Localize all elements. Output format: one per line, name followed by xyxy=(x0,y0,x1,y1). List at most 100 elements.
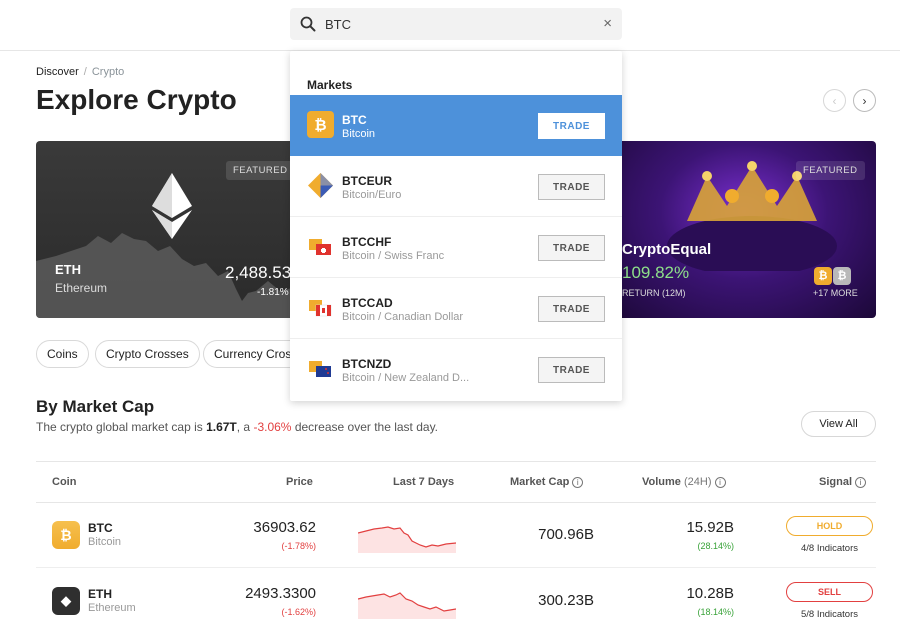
sparkline xyxy=(358,592,456,619)
featured-card-eth[interactable]: FEATURED ETH Ethereum 2,488.53 -1.81% xyxy=(36,141,296,318)
header-coin[interactable]: Coin xyxy=(52,476,76,488)
card-more-label: +17 MORE xyxy=(813,288,858,298)
result-symbol: BTCNZD xyxy=(342,357,392,371)
trade-button[interactable]: TRADE xyxy=(538,357,605,383)
result-symbol: BTCEUR xyxy=(342,174,392,188)
carousel-next-button[interactable]: › xyxy=(853,89,876,112)
subtitle-prefix: The crypto global market cap is xyxy=(36,420,207,434)
row-market-cap: 300.23B xyxy=(538,592,594,609)
featured-badge: FEATURED xyxy=(226,161,295,180)
chevron-left-icon: ‹ xyxy=(832,93,837,108)
row-indicators: 4/8 Indicators xyxy=(800,543,859,554)
header-volume[interactable]: Volume (24H) i xyxy=(642,476,726,488)
result-name: Bitcoin / Canadian Dollar xyxy=(342,311,464,323)
search-results-dropdown: Markets ₿ BTC Bitcoin TRADE BTCEUR Bitco… xyxy=(290,51,622,401)
view-all-button[interactable]: View All xyxy=(801,411,876,437)
row-price: 36903.62 xyxy=(253,519,316,536)
trade-button[interactable]: TRADE xyxy=(538,113,605,139)
header-signal: Signal i xyxy=(819,476,867,488)
search-icon xyxy=(300,16,316,32)
row-market-cap: 700.96B xyxy=(538,526,594,543)
btc-cad-icon xyxy=(309,300,332,317)
info-icon[interactable]: i xyxy=(572,476,584,488)
trade-button[interactable]: TRADE xyxy=(538,174,605,200)
signal-badge: HOLD xyxy=(786,516,873,536)
row-symbol[interactable]: ETH xyxy=(88,587,112,601)
row-volume-change: (18.14%) xyxy=(697,607,734,617)
result-name: Bitcoin / Swiss Franc xyxy=(342,250,445,262)
result-symbol: BTCCAD xyxy=(342,296,393,310)
card-return-label: RETURN (12M) xyxy=(622,288,686,298)
chip-crypto-crosses[interactable]: Crypto Crosses xyxy=(95,340,200,368)
card-price: 2,488.53 xyxy=(225,263,292,282)
result-item-btc[interactable]: ₿ BTC Bitcoin TRADE xyxy=(290,95,622,156)
btc-nzd-icon xyxy=(309,361,331,377)
result-symbol: BTCCHF xyxy=(342,235,392,249)
row-name: Bitcoin xyxy=(88,536,122,548)
ethereum-icon xyxy=(152,173,192,239)
dropdown-heading: Markets xyxy=(307,78,353,92)
card-change: -1.81% xyxy=(257,287,289,298)
row-price: 2493.3300 xyxy=(245,585,316,602)
carousel-prev-button[interactable]: ‹ xyxy=(823,89,846,112)
clear-icon[interactable]: × xyxy=(603,15,612,32)
header-price[interactable]: Price xyxy=(286,476,313,488)
card-coin-icons: ₿ ₿ xyxy=(814,267,852,285)
ethereum-icon: ◆ xyxy=(52,587,80,615)
header-market-cap[interactable]: Market Cap i xyxy=(510,476,584,488)
subtitle-suffix: decrease over the last day. xyxy=(291,420,439,434)
result-name: Bitcoin/Euro xyxy=(342,189,402,201)
card-coin-symbol: ETH xyxy=(55,262,81,277)
table-header: Coin Price Last 7 Days Market Cap i Volum… xyxy=(36,461,876,503)
table-row[interactable]: ◆ ETH Ethereum 2493.3300 (-1.62%) 300.23… xyxy=(36,569,876,626)
search-input[interactable] xyxy=(325,14,575,34)
card-portfolio-name: CryptoEqual xyxy=(622,241,712,258)
chevron-right-icon: › xyxy=(862,93,867,108)
header-volume-label: Volume xyxy=(642,476,681,488)
trade-button[interactable]: TRADE xyxy=(538,235,605,261)
row-volume-change: (28.14%) xyxy=(697,541,734,551)
top-bar: × xyxy=(0,0,900,51)
btc-chf-icon xyxy=(309,239,331,255)
info-icon[interactable]: i xyxy=(714,476,726,488)
row-name: Ethereum xyxy=(88,602,136,614)
header-last-7-days: Last 7 Days xyxy=(393,476,455,488)
result-item-btcchf[interactable]: BTCCHF Bitcoin / Swiss Franc TRADE xyxy=(290,217,622,278)
subtitle-mid: , a xyxy=(236,420,254,434)
trade-button[interactable]: TRADE xyxy=(538,296,605,322)
result-symbol: BTC xyxy=(342,113,367,127)
card-coin-name: Ethereum xyxy=(55,281,108,295)
row-price-change: (-1.78%) xyxy=(281,541,316,551)
breadcrumb-discover[interactable]: Discover xyxy=(36,66,79,78)
featured-badge: FEATURED xyxy=(796,161,865,180)
chip-currency-cross[interactable]: Currency Cross xyxy=(203,340,293,368)
result-name: Bitcoin / New Zealand D... xyxy=(342,372,470,384)
result-item-btcnzd[interactable]: BTCNZD Bitcoin / New Zealand D... TRADE xyxy=(290,339,622,400)
result-item-btceur[interactable]: BTCEUR Bitcoin/Euro TRADE xyxy=(290,156,622,217)
row-volume: 15.92B xyxy=(686,519,734,536)
row-volume: 10.28B xyxy=(686,585,734,602)
coin-icon: ₿ xyxy=(833,267,851,285)
bitcoin-icon: ₿ xyxy=(52,521,80,549)
search-box[interactable]: × xyxy=(290,8,622,40)
section-subtitle: The crypto global market cap is 1.67T, a… xyxy=(36,420,438,434)
info-icon[interactable]: i xyxy=(855,476,867,488)
market-cap-change: -3.06% xyxy=(253,420,292,434)
header-signal-label: Signal xyxy=(819,476,853,488)
page-title: Explore Crypto xyxy=(36,84,237,115)
bitcoin-icon: ₿ xyxy=(307,111,334,138)
breadcrumb-separator: / xyxy=(83,66,87,78)
row-price-change: (-1.62%) xyxy=(281,607,316,617)
section-title: By Market Cap xyxy=(36,397,155,416)
breadcrumb-crypto[interactable]: Crypto xyxy=(92,66,124,78)
chip-coins[interactable]: Coins xyxy=(36,340,89,368)
row-indicators: 5/8 Indicators xyxy=(800,609,859,620)
result-item-btccad[interactable]: BTCCAD Bitcoin / Canadian Dollar TRADE xyxy=(290,278,622,339)
breadcrumb: Discover / Crypto xyxy=(36,66,124,78)
result-name: Bitcoin xyxy=(342,128,376,140)
card-return-value: 109.82% xyxy=(622,263,690,282)
table-row[interactable]: ₿ BTC Bitcoin 36903.62 (-1.78%) 700.96B … xyxy=(36,503,876,568)
header-volume-suffix: (24H) xyxy=(683,476,712,488)
featured-card-cryptoequal[interactable]: FEATURED CryptoEqual 109.82% RETURN (12M… xyxy=(612,141,876,318)
row-symbol[interactable]: BTC xyxy=(88,521,113,535)
